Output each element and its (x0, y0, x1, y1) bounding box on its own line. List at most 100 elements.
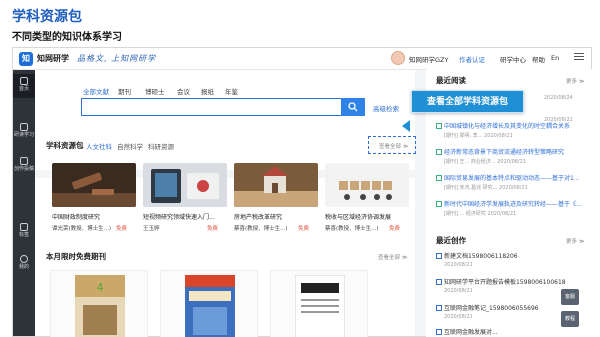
journal-card[interactable]: 4 (50, 270, 148, 337)
journal-card[interactable] (160, 270, 258, 337)
recent-creation-more-link[interactable]: 更多 ≫ (566, 237, 585, 245)
user-icon (20, 255, 28, 263)
card-author: 蔡喜(教授、博士生...) (325, 226, 379, 232)
slide-subtitle: 不同类型的知识体系学习 (12, 32, 122, 43)
creation-item-meta: 2020/08/21 (444, 262, 473, 268)
packages-title: 学科资源包 (46, 141, 84, 150)
journal-icon (436, 123, 442, 129)
search-tab-all[interactable]: 全部文献 (83, 86, 109, 96)
tab-research-resources[interactable]: 科研资源 (148, 141, 174, 151)
reading-item-title: 国际贸易发展的基本特点和驱动动态——基于对1... (444, 175, 580, 182)
reading-item-meta: [期刊] 王... 商业经济... 2020/08/21 (444, 159, 527, 165)
card-author: 王玉婷 (143, 226, 160, 232)
free-badge: 免费 (116, 226, 128, 232)
avatar[interactable] (391, 51, 405, 65)
search-tab-thesis[interactable]: 博硕士 (145, 86, 165, 96)
slide: 学科资源包 不同类型的知识体系学习 知 知网研学 品格文, 上知网研学 知网研学… (0, 0, 600, 337)
journal-cover (185, 275, 235, 337)
card-image (143, 163, 227, 207)
sidebar-item-study[interactable]: 研读学习 (13, 120, 35, 150)
headset-icon: 客服 (564, 294, 575, 300)
tooltip-arrow (402, 120, 410, 132)
reading-item-meta: [期刊] ... 经济研究 2020/08/21 (444, 211, 517, 217)
sidebar-item-tag[interactable]: 标签 (13, 220, 35, 244)
recent-creation-title: 最近创作 (436, 236, 466, 245)
creation-item-title: 互联网金融笔记_1598006055696 (444, 305, 539, 312)
document-icon (436, 279, 442, 285)
card-image (52, 163, 136, 207)
card-image (325, 163, 409, 207)
search-tab-newspaper[interactable]: 报纸 (201, 86, 214, 96)
creation-item-title: 新建文档1598006118206 (444, 253, 518, 260)
search-card: 全部文献 期刊 博硕士 会议 报纸 年鉴 高级检索 (35, 70, 415, 178)
research-center-link[interactable]: 研学中心 (500, 54, 526, 64)
reading-item[interactable]: 中国城镇化与经济增长及其变化的时空耦合关系 [期刊] 郑明, 李... 2020… (436, 121, 586, 139)
tutorial-button[interactable]: 教程 (561, 311, 579, 327)
reading-item[interactable]: 经济新常态背景下商贸流通经济转型策略研究 [期刊] 王... 商业经济... 2… (436, 147, 586, 165)
tooltip-callout: 查看全部学科资源包 (411, 90, 524, 113)
sidebar-item-mine[interactable]: 我的 (13, 252, 35, 276)
document-icon (436, 329, 442, 335)
customer-service-button[interactable]: 客服 (561, 289, 579, 305)
search-icon (348, 102, 358, 112)
slogan: 品格文, 上知网研学 (77, 54, 157, 63)
card-title: 房地产税改革研究 (234, 214, 283, 221)
recent-reading-more-link[interactable]: 更多 ≫ (566, 77, 585, 85)
top-bar: 知 知网研学 品格文, 上知网研学 知网研学GZY 作者认证 研学中心 帮助 E… (13, 48, 591, 70)
author-auth-link[interactable]: 作者认证 (459, 54, 485, 64)
reading-item-title: 经济新常态背景下商贸流通经济转型策略研究 (444, 149, 565, 156)
pen-icon (20, 157, 28, 165)
journal-icon (436, 201, 442, 207)
slide-title: 学科资源包 (12, 9, 82, 25)
resource-card[interactable]: 短视频研究领域快速入门... 王玉婷 免费 (143, 163, 227, 239)
sidebar-item-create[interactable]: 创作投稿 (13, 154, 35, 184)
free-badge: 免费 (298, 226, 310, 232)
reading-item[interactable]: 新时代中国经济学发展轨迹及研究转经——基于《... [期刊] ... 经济研究 … (436, 199, 586, 217)
search-tab-journal[interactable]: 期刊 (118, 86, 131, 96)
sidebar-item-home[interactable]: 首页 (13, 74, 35, 98)
sidebar-item-label: 首页 (18, 86, 29, 92)
tag-icon (20, 223, 28, 231)
tab-humanities[interactable]: 人文社科 (86, 141, 112, 151)
resource-card[interactable]: 税收与区域经济协调发展 蔡喜(教授、博士生...) 免费 (325, 163, 409, 239)
sidebar-item-label: 标签 (18, 232, 29, 238)
card-title: 短视频研究领域快速入门... (143, 214, 215, 221)
resource-card[interactable]: 房地产税改革研究 蔡喜(教授、博士生...) 免费 (234, 163, 318, 239)
journal-icon (436, 149, 442, 155)
reading-item-title: 新时代中国经济学发展轨迹及研究转经——基于《... (444, 201, 582, 208)
menu-icon[interactable] (574, 53, 584, 63)
journal-cover (295, 275, 345, 337)
book-icon (20, 123, 28, 131)
home-icon (20, 77, 28, 85)
search-input[interactable] (81, 98, 365, 116)
reading-item-meta: [期刊] 宋鸿,葛兆 研究... 2020/08/21 (444, 185, 528, 191)
advanced-search-link[interactable]: 高级检索 (373, 103, 399, 113)
view-all-journals-link[interactable]: 查看全部 ≫ (378, 253, 408, 261)
view-all-packages-link[interactable]: 查看全部 ≫ (379, 142, 409, 150)
search-tab-yearbook[interactable]: 年鉴 (225, 86, 238, 96)
logo-icon[interactable]: 知 (19, 52, 33, 66)
sidebar-item-label: 创作投稿 (14, 166, 35, 172)
card-title: 中国财政制度研究 (52, 214, 101, 221)
journals-title: 本月限时免费期刊 (46, 252, 106, 261)
card-title: 税收与区域经济协调发展 (325, 214, 392, 221)
journal-icon (436, 175, 442, 181)
reading-item-meta: [期刊] 郑明, 李... 2020/08/21 (444, 133, 513, 139)
creation-item[interactable]: 互联网金融发展对... (436, 327, 586, 336)
document-icon (436, 305, 442, 311)
tab-natural-science[interactable]: 自然科学 (117, 141, 143, 151)
journal-card[interactable] (270, 270, 368, 337)
help-link[interactable]: 帮助 (532, 54, 545, 64)
search-button[interactable] (341, 98, 365, 116)
creation-item-title: 知网研学平台开题报告模板1598006100618 (444, 279, 566, 286)
card-author: 谭光荣(教授、博士生...) (52, 226, 112, 232)
logo-text[interactable]: 知网研学 (37, 53, 69, 64)
search-tab-conference[interactable]: 会议 (177, 86, 190, 96)
creation-item-title: 互联网金融发展对... (444, 329, 498, 336)
reading-item[interactable]: 国际贸易发展的基本特点和驱动动态——基于对1... [期刊] 宋鸿,葛兆 研究.… (436, 173, 586, 191)
resource-card[interactable]: 中国财政制度研究 谭光荣(教授、博士生...) 免费 (52, 163, 136, 239)
user-name[interactable]: 知网研学GZY (409, 54, 448, 64)
language-switch[interactable]: En (551, 54, 559, 62)
free-badge: 免费 (389, 226, 401, 232)
creation-item[interactable]: 新建文档1598006118206 2020/08/21 (436, 251, 586, 268)
